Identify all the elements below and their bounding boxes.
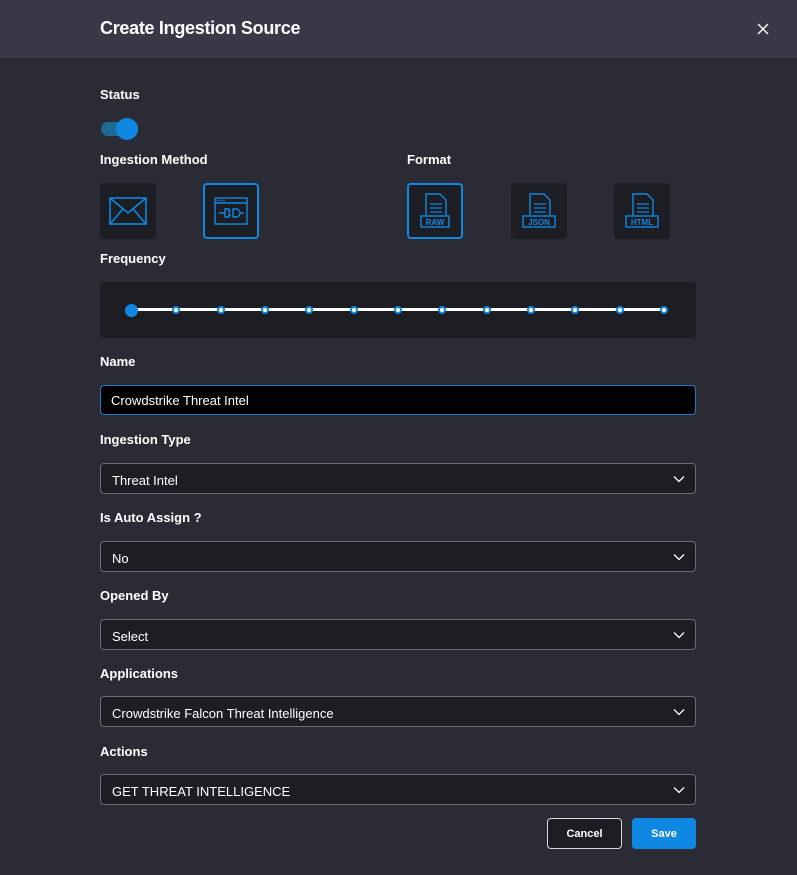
frequency-step-dot[interactable]: [615, 306, 624, 314]
frequency-step-dot[interactable]: [305, 306, 314, 314]
frequency-step-dot[interactable]: [660, 306, 668, 314]
dialog-title: Create Ingestion Source: [100, 18, 301, 38]
api-plug-icon: [214, 197, 248, 225]
applications-value: Crowdstrike Falcon Threat Intelligence: [112, 706, 334, 721]
opened-by-label: Opened By: [100, 588, 169, 603]
ingestion-method-email-option[interactable]: [100, 183, 156, 239]
actions-select[interactable]: GET THREAT INTELLIGENCE: [100, 774, 696, 805]
svg-text:RAW: RAW: [426, 218, 445, 227]
chevron-down-icon: [673, 787, 685, 794]
frequency-step-dot[interactable]: [438, 306, 447, 314]
format-json-option[interactable]: JSON: [511, 183, 567, 239]
chevron-down-icon: [673, 476, 685, 483]
chevron-down-icon: [673, 632, 685, 639]
chevron-down-icon: [673, 709, 685, 716]
name-label: Name: [100, 354, 136, 369]
ingestion-method-label: Ingestion Method: [100, 152, 208, 167]
applications-select[interactable]: Crowdstrike Falcon Threat Intelligence: [100, 696, 696, 727]
opened-by-value: Select: [112, 629, 149, 644]
ingestion-type-label: Ingestion Type: [100, 432, 191, 447]
format-raw-option[interactable]: RAW: [407, 183, 463, 239]
status-label: Status: [100, 87, 140, 102]
frequency-step-dot[interactable]: [482, 306, 491, 314]
frequency-step-dot[interactable]: [349, 306, 358, 314]
applications-label: Applications: [100, 666, 179, 681]
raw-file-icon: RAW: [420, 193, 450, 228]
frequency-slider[interactable]: [100, 282, 696, 338]
frequency-handle[interactable]: [125, 304, 138, 317]
frequency-step-dot[interactable]: [571, 306, 580, 314]
svg-text:JSON: JSON: [528, 218, 550, 227]
dialog-header: Create Ingestion Source: [0, 0, 797, 58]
status-toggle[interactable]: [101, 118, 139, 140]
frequency-step-dot[interactable]: [261, 306, 269, 314]
cancel-button[interactable]: Cancel: [547, 818, 622, 849]
auto-assign-label: Is Auto Assign ?: [100, 510, 202, 525]
auto-assign-value: No: [112, 551, 129, 566]
frequency-label: Frequency: [100, 251, 166, 266]
frequency-step-dot[interactable]: [172, 306, 181, 314]
envelope-icon: [109, 197, 147, 225]
format-html-option[interactable]: HTML: [614, 183, 670, 239]
frequency-step-dot[interactable]: [394, 306, 402, 314]
save-button[interactable]: Save: [632, 818, 696, 849]
ingestion-method-api-option[interactable]: [203, 183, 259, 239]
close-icon[interactable]: [753, 19, 773, 39]
name-input[interactable]: [100, 385, 696, 415]
frequency-step-dot[interactable]: [527, 306, 535, 314]
actions-value: GET THREAT INTELLIGENCE: [112, 784, 291, 799]
ingestion-type-select[interactable]: Threat Intel: [100, 463, 696, 494]
actions-label: Actions: [100, 744, 148, 759]
html-file-icon: HTML: [625, 193, 659, 228]
auto-assign-select[interactable]: No: [100, 541, 696, 572]
format-label: Format: [407, 152, 452, 167]
svg-text:HTML: HTML: [631, 218, 653, 227]
toggle-knob: [116, 118, 138, 140]
chevron-down-icon: [673, 554, 685, 561]
json-file-icon: JSON: [522, 193, 556, 228]
frequency-step-dot[interactable]: [216, 306, 225, 314]
ingestion-type-value: Threat Intel: [112, 473, 178, 488]
opened-by-select[interactable]: Select: [100, 619, 696, 650]
